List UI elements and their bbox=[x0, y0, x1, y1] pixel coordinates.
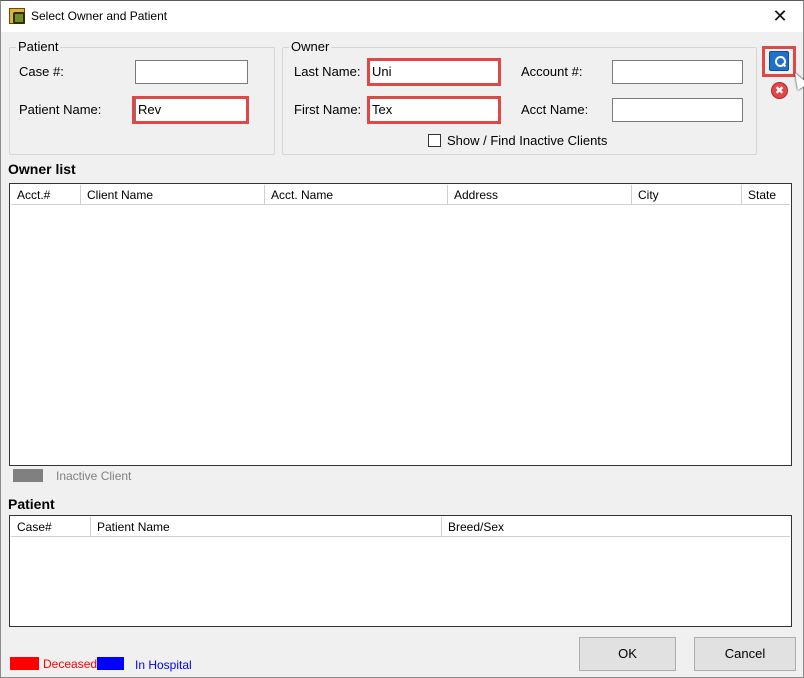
title-bar: Select Owner and Patient ✕ bbox=[1, 1, 803, 32]
last-name-label: Last Name: bbox=[294, 64, 361, 79]
case-number-label: Case #: bbox=[19, 64, 64, 79]
first-name-label: First Name: bbox=[294, 102, 362, 117]
acct-name-input[interactable] bbox=[612, 98, 743, 122]
patient-list-grid[interactable]: Case# Patient Name Breed/Sex bbox=[9, 515, 792, 627]
inactive-client-swatch bbox=[13, 469, 43, 482]
owner-col-address[interactable]: Address bbox=[448, 185, 632, 205]
inactive-client-label: Inactive Client bbox=[56, 469, 132, 483]
patient-col-breed-sex[interactable]: Breed/Sex bbox=[442, 517, 791, 537]
owner-col-state[interactable]: State bbox=[742, 185, 791, 205]
patient-col-patient-name[interactable]: Patient Name bbox=[91, 517, 442, 537]
patient-list-header: Case# Patient Name Breed/Sex bbox=[11, 517, 790, 537]
owner-col-city[interactable]: City bbox=[632, 185, 742, 205]
select-owner-patient-dialog: Select Owner and Patient ✕ Patient Case … bbox=[0, 0, 804, 678]
patient-list-title: Patient bbox=[8, 496, 55, 512]
last-name-input[interactable]: Uni bbox=[369, 60, 499, 84]
owner-col-client-name[interactable]: Client Name bbox=[81, 185, 265, 205]
patient-name-input[interactable]: Rev bbox=[135, 98, 248, 122]
mouse-cursor-icon bbox=[789, 70, 804, 90]
cancel-button[interactable]: Cancel bbox=[694, 637, 796, 671]
owner-list-header: Acct.# Client Name Acct. Name Address Ci… bbox=[11, 185, 790, 205]
search-icon[interactable] bbox=[769, 51, 789, 71]
patient-col-case-number[interactable]: Case# bbox=[11, 517, 91, 537]
show-inactive-label[interactable]: Show / Find Inactive Clients bbox=[447, 133, 607, 148]
app-icon bbox=[9, 8, 25, 24]
owner-col-acct-name[interactable]: Acct. Name bbox=[265, 185, 448, 205]
acct-name-label: Acct Name: bbox=[521, 102, 589, 117]
in-hospital-label: In Hospital bbox=[135, 658, 192, 672]
case-number-input[interactable] bbox=[135, 60, 248, 84]
ok-button[interactable]: OK bbox=[579, 637, 676, 671]
owner-col-acct-number[interactable]: Acct.# bbox=[11, 185, 81, 205]
first-name-input[interactable]: Tex bbox=[369, 98, 499, 122]
owner-list-grid[interactable]: Acct.# Client Name Acct. Name Address Ci… bbox=[9, 183, 792, 466]
clear-icon[interactable]: ✖ bbox=[771, 82, 788, 99]
window-title: Select Owner and Patient bbox=[31, 9, 168, 23]
account-number-label: Account #: bbox=[521, 64, 583, 79]
patient-name-label: Patient Name: bbox=[19, 102, 102, 117]
patient-group-title: Patient bbox=[16, 39, 61, 54]
show-inactive-checkbox[interactable] bbox=[428, 134, 441, 147]
close-icon[interactable]: ✕ bbox=[757, 1, 803, 32]
account-number-input[interactable] bbox=[612, 60, 743, 84]
owner-group-title: Owner bbox=[289, 39, 332, 54]
in-hospital-swatch bbox=[97, 657, 124, 670]
owner-list-title: Owner list bbox=[8, 161, 76, 177]
deceased-label: Deceased bbox=[43, 657, 98, 671]
deceased-swatch bbox=[10, 657, 39, 670]
